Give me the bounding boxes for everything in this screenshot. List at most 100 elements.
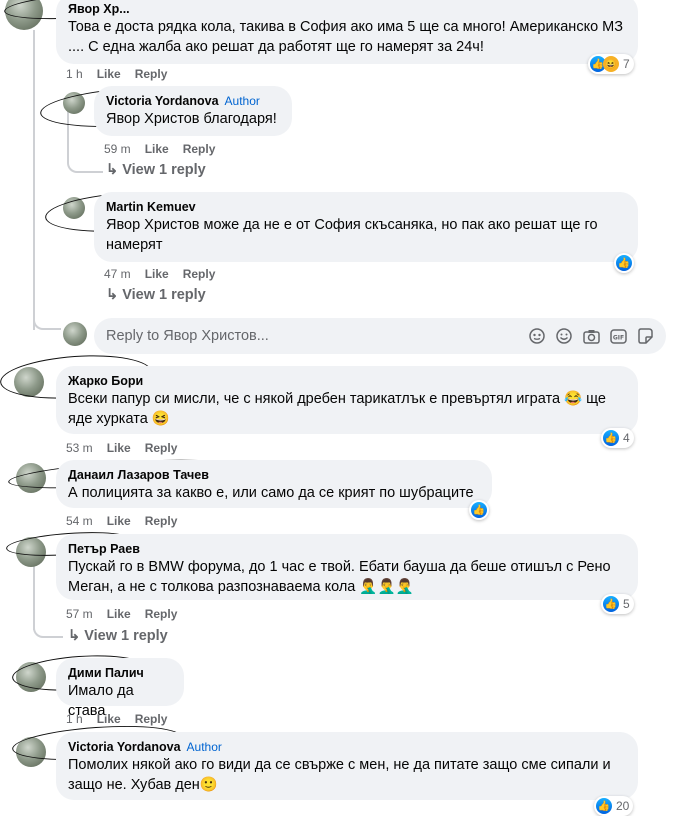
like-reaction-icon: 👍 [603, 596, 619, 612]
reactions-badge[interactable]: 👍 😆 7 [588, 54, 634, 74]
comment-bubble: Victoria Yordanova Author Явор Христов бл… [94, 86, 292, 136]
reactions-badge[interactable]: 👍 [614, 253, 634, 273]
reply-arrow-icon: ↳ [68, 628, 85, 644]
comment-author[interactable]: Дими Палич [68, 665, 172, 681]
avatar[interactable] [16, 662, 46, 692]
reply-button[interactable]: Reply [145, 441, 178, 455]
emoji-icon[interactable] [555, 327, 573, 345]
view-replies-label: View 1 reply [84, 628, 168, 644]
comment-author-row: Victoria Yordanova Author [106, 93, 280, 109]
comment-author[interactable]: Жарко Бори [68, 373, 626, 389]
comment-bubble: Victoria Yordanova Author Помолих някой а… [56, 732, 638, 800]
like-reaction-icon: 👍 [616, 255, 632, 271]
avatar[interactable] [63, 197, 85, 219]
reply-arrow-icon: ↳ [106, 287, 123, 303]
like-button[interactable]: Like [107, 441, 131, 455]
avatar[interactable] [63, 92, 85, 114]
avatar[interactable] [5, 0, 43, 30]
like-button[interactable]: Like [107, 514, 131, 528]
reactions-badge[interactable]: 👍 [469, 500, 489, 520]
reply-button[interactable]: Reply [183, 142, 216, 156]
comment-text: Това е доста рядка кола, такива в София … [68, 19, 624, 55]
view-replies-link[interactable]: ↳ View 1 reply [106, 162, 206, 178]
comment-author-row: Victoria Yordanova Author [68, 739, 626, 755]
comment-bubble: Martin Kemuev Явор Христов може да не е … [94, 192, 638, 262]
gif-icon[interactable]: GIF [609, 327, 627, 345]
author-badge: Author [186, 740, 222, 754]
haha-reaction-icon: 😆 [603, 56, 619, 72]
like-reaction-icon: 👍 [471, 502, 487, 518]
comment-author[interactable]: Петър Раев [68, 541, 626, 557]
reactions-badge[interactable]: 👍 5 [601, 594, 634, 614]
reply-button[interactable]: Reply [145, 607, 178, 621]
comment-text: Помолих някой ако го види да се свърже с… [68, 757, 611, 793]
avatar[interactable] [14, 367, 44, 397]
comment-author[interactable]: Martin Kemuev [106, 199, 626, 215]
comment-time[interactable]: 59 m [104, 142, 131, 156]
comment-time[interactable]: 53 m [66, 441, 93, 455]
avatar[interactable] [16, 537, 46, 567]
view-replies-label: View 1 reply [122, 162, 206, 178]
like-reaction-icon: 👍 [596, 798, 612, 814]
comment-author[interactable]: Данаил Лазаров Тачев [68, 467, 480, 483]
thread-line [33, 620, 63, 638]
sticker-icon[interactable] [636, 327, 654, 345]
like-button[interactable]: Like [145, 267, 169, 281]
svg-text:GIF: GIF [612, 334, 623, 341]
comment-time[interactable]: 1 h [66, 67, 83, 81]
author-badge: Author [224, 94, 260, 108]
view-replies-link[interactable]: ↳ View 1 reply [106, 287, 206, 303]
comment-text: Явор Христов благодаря! [106, 109, 280, 129]
comment-meta: 1 h Like Reply [66, 711, 181, 727]
reply-arrow-icon: ↳ [106, 162, 123, 178]
comment-text: Явор Христов може да не е от София скъса… [106, 215, 626, 255]
comment-bubble: Петър Раев Пускай го в BMW форума, до 1 … [56, 534, 638, 600]
comment-meta: 47 m Like Reply [104, 266, 229, 282]
comment-bubble: Явор Хр... Това е доста рядка кола, таки… [56, 0, 638, 64]
mention-link[interactable]: Явор Христов [106, 111, 200, 127]
comment-time[interactable]: 54 m [66, 514, 93, 528]
current-user-avatar[interactable] [63, 322, 87, 346]
comment-author[interactable]: Явор Хр... [68, 1, 626, 17]
comment-time[interactable]: 57 m [66, 607, 93, 621]
comment-time[interactable]: 47 m [104, 267, 131, 281]
reaction-count: 4 [623, 431, 630, 445]
comment-meta: 59 m Like Reply [104, 141, 229, 157]
comment-text: Пускай го в BMW форума, до 1 час е твой.… [68, 559, 611, 595]
comment-bubble: Данаил Лазаров Тачев А полицията за какв… [56, 460, 492, 508]
like-button[interactable]: Like [107, 607, 131, 621]
comment-time[interactable]: 1 h [66, 712, 83, 726]
comment-author[interactable]: Victoria Yordanova [68, 740, 181, 754]
comment-meta: 53 m Like Reply [66, 440, 191, 456]
mention-link[interactable]: Явор Христов [106, 217, 200, 233]
comment-meta: 54 m Like Reply [66, 513, 191, 529]
like-button[interactable]: Like [97, 67, 121, 81]
reaction-count: 7 [623, 57, 630, 71]
like-reaction-icon: 👍 [603, 430, 619, 446]
comment-text: Всеки папур си мисли, че с някой дребен … [68, 391, 606, 427]
reply-button[interactable]: Reply [145, 514, 178, 528]
reaction-count: 5 [623, 597, 630, 611]
like-button[interactable]: Like [145, 142, 169, 156]
avatar[interactable] [16, 737, 46, 767]
reply-input[interactable]: Reply to Явор Христов... GIF [94, 318, 666, 354]
camera-icon[interactable] [582, 327, 600, 345]
comment-bubble: Дими Палич Имало да става [56, 658, 184, 719]
reply-button[interactable]: Reply [135, 67, 168, 81]
view-replies-label: View 1 reply [122, 287, 206, 303]
reply-button[interactable]: Reply [183, 267, 216, 281]
avatar-sticker-icon[interactable] [528, 327, 546, 345]
avatar[interactable] [16, 463, 46, 493]
view-replies-link[interactable]: ↳ View 1 reply [68, 628, 168, 644]
thread-line [33, 30, 35, 330]
reply-button[interactable]: Reply [135, 712, 168, 726]
reply-placeholder: Reply to Явор Христов... [106, 328, 269, 344]
comment-author[interactable]: Victoria Yordanova [106, 94, 219, 108]
reactions-badge[interactable]: 👍 4 [601, 428, 634, 448]
comment-body: благодаря! [199, 111, 277, 127]
reactions-badge[interactable]: 👍 20 [594, 796, 634, 816]
comment-text: А полицията за какво е, или само да се к… [68, 485, 474, 501]
thread-line [67, 155, 103, 173]
like-button[interactable]: Like [97, 712, 121, 726]
thread-line [33, 300, 61, 330]
